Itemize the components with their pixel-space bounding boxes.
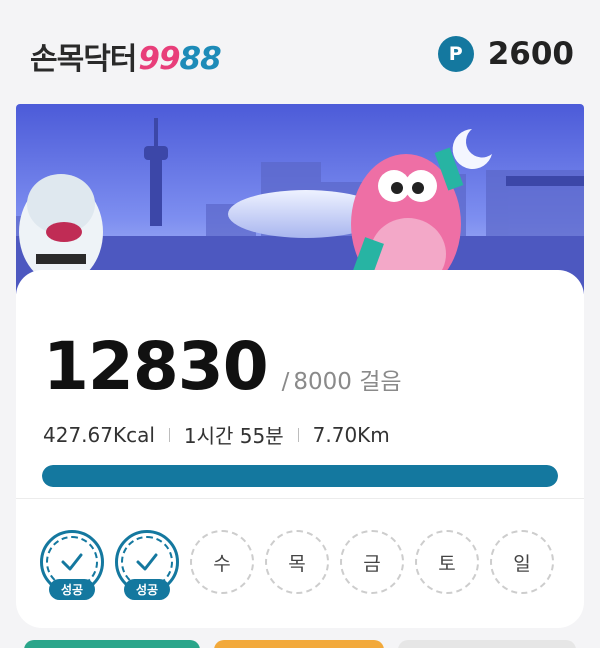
bottom-tile-gray[interactable] [398, 640, 576, 648]
day-thursday[interactable]: 목 [265, 530, 329, 594]
step-count: 12830 [43, 328, 269, 405]
day-label: 수 [190, 530, 254, 594]
activity-metrics: 427.67Kcal 1시간 55분 7.70Km [43, 420, 390, 449]
app-logo: 손목닥터 9988 [30, 34, 222, 77]
top-bar: 손목닥터 9988 P 2600 [0, 0, 600, 104]
distance-value: 7.70Km [312, 422, 390, 447]
weekly-progress: 성공 성공 수 목 금 토 일 [40, 530, 554, 600]
day-label: 일 [490, 530, 554, 594]
left-mascot-icon [19, 174, 103, 284]
banner-illustration [16, 104, 584, 294]
bottom-tile-orange[interactable] [214, 640, 384, 648]
day-monday[interactable]: 성공 [40, 530, 104, 600]
card-divider [16, 498, 584, 499]
day-friday[interactable]: 금 [340, 530, 404, 594]
bottom-tile-green[interactable] [24, 640, 200, 648]
day-label: 금 [340, 530, 404, 594]
calories-value: 427.67Kcal [43, 422, 155, 447]
day-label: 토 [415, 530, 479, 594]
day-sunday[interactable]: 일 [490, 530, 554, 594]
day-saturday[interactable]: 토 [415, 530, 479, 594]
metric-divider [297, 427, 299, 442]
steps-row: 12830 /8000 걸음 [43, 328, 402, 405]
logo-text: 손목닥터 [30, 42, 137, 77]
day-label: 목 [265, 530, 329, 594]
point-icon: P [437, 36, 474, 72]
step-summary-card[interactable]: 12830 /8000 걸음 427.67Kcal 1시간 55분 7.70Km… [16, 270, 584, 628]
check-icon [61, 553, 83, 571]
success-badge: 성공 [49, 579, 95, 600]
day-wednesday[interactable]: 수 [190, 530, 254, 594]
points-display[interactable]: P 2600 [437, 36, 574, 72]
logo-number: 9988 [138, 41, 221, 77]
success-badge: 성공 [124, 579, 170, 600]
step-progress-fill [42, 465, 558, 487]
metric-divider [168, 427, 170, 442]
check-icon [136, 553, 158, 571]
step-progress-bar [42, 465, 558, 487]
promo-banner[interactable] [16, 104, 584, 294]
duration-value: 1시간 55분 [183, 424, 284, 448]
step-goal: /8000 걸음 [281, 369, 402, 395]
day-tuesday[interactable]: 성공 [115, 530, 179, 600]
points-value: 2600 [487, 36, 574, 72]
